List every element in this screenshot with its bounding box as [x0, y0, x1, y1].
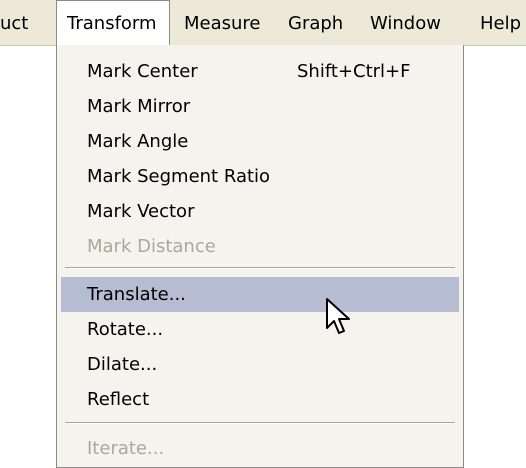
- menu-item-mark-distance: Mark Distance: [61, 229, 459, 264]
- menu-item-mark-center[interactable]: Mark Center Shift+Ctrl+F: [61, 54, 459, 89]
- menu-product[interactable]: uct: [0, 13, 28, 35]
- menu-bar: uct Transform Measure Graph Window Help: [0, 0, 526, 46]
- transform-dropdown-menu: Mark Center Shift+Ctrl+F Mark Mirror Mar…: [56, 45, 464, 468]
- menu-item-label: Mark Distance: [87, 236, 216, 257]
- menu-item-label: Mark Segment Ratio: [87, 166, 271, 187]
- arrow-pointer-icon: [326, 298, 350, 334]
- menu-transform[interactable]: Transform: [56, 0, 170, 46]
- menu-item-label: Mark Center: [87, 61, 198, 82]
- menu-item-label: Translate...: [87, 284, 186, 305]
- menu-measure[interactable]: Measure: [184, 13, 261, 35]
- menu-item-label: Mark Angle: [87, 131, 189, 152]
- menu-item-dilate[interactable]: Dilate...: [61, 347, 459, 382]
- menu-item-mark-mirror[interactable]: Mark Mirror: [61, 89, 459, 124]
- menu-item-label: Iterate...: [87, 438, 165, 459]
- menu-separator: [65, 267, 455, 269]
- menu-window[interactable]: Window: [370, 13, 441, 35]
- menu-item-label: Mark Mirror: [87, 96, 191, 117]
- menu-graph[interactable]: Graph: [288, 13, 343, 35]
- menu-item-label: Rotate...: [87, 319, 164, 340]
- menu-item-mark-angle[interactable]: Mark Angle: [61, 124, 459, 159]
- menu-item-label: Reflect: [87, 389, 150, 410]
- menu-item-shortcut: Shift+Ctrl+F: [297, 61, 411, 82]
- app-root: uct Transform Measure Graph Window Help …: [0, 0, 526, 468]
- menu-item-mark-segment-ratio[interactable]: Mark Segment Ratio: [61, 159, 459, 194]
- menu-item-translate[interactable]: Translate...: [61, 277, 459, 312]
- menu-item-mark-vector[interactable]: Mark Vector: [61, 194, 459, 229]
- menu-item-rotate[interactable]: Rotate...: [61, 312, 459, 347]
- menu-item-label: Mark Vector: [87, 201, 195, 222]
- menu-item-reflect[interactable]: Reflect: [61, 382, 459, 417]
- menu-separator: [65, 422, 455, 424]
- menu-item-label: Dilate...: [87, 354, 158, 375]
- menu-item-iterate: Iterate...: [61, 431, 459, 466]
- menu-help[interactable]: Help: [480, 13, 521, 35]
